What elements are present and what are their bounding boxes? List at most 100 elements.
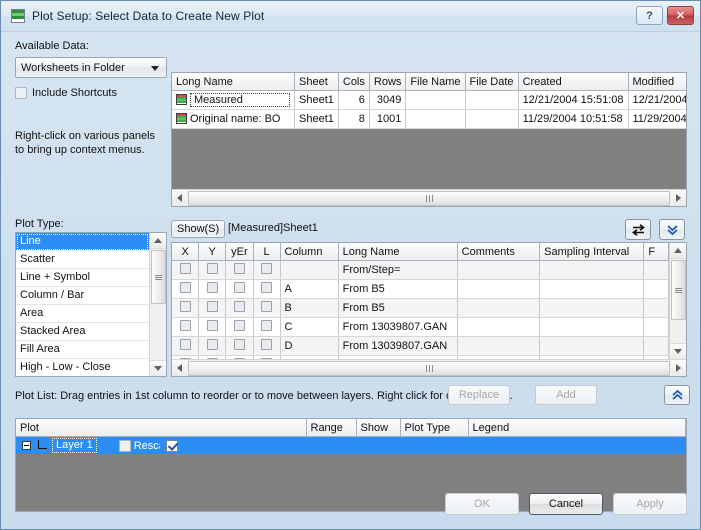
y-checkbox[interactable] xyxy=(207,339,218,350)
x-checkbox[interactable] xyxy=(180,301,191,312)
yer-checkbox[interactable] xyxy=(234,263,245,274)
cell-y-checkbox[interactable] xyxy=(199,299,226,318)
table-row[interactable]: From/Step= xyxy=(172,261,669,280)
plot-type-item[interactable]: Line + Symbol xyxy=(16,269,149,287)
yer-checkbox[interactable] xyxy=(234,282,245,293)
cell-y-checkbox[interactable] xyxy=(199,280,226,299)
collapse-minus-icon[interactable] xyxy=(22,441,31,450)
plot-type-list[interactable]: LineScatterLine + SymbolColumn / BarArea… xyxy=(15,232,167,377)
scroll-down-arrow-icon[interactable] xyxy=(670,343,686,359)
column-header[interactable]: Created xyxy=(518,73,628,91)
column-header[interactable]: File Name xyxy=(406,73,465,91)
cell-y-checkbox[interactable] xyxy=(199,318,226,337)
data-source-combo[interactable]: Worksheets in Folder xyxy=(15,57,167,78)
y-checkbox[interactable] xyxy=(207,282,218,293)
cell-x-checkbox[interactable] xyxy=(172,337,199,356)
y-checkbox[interactable] xyxy=(207,320,218,331)
scroll-thumb[interactable] xyxy=(671,260,686,320)
column-header[interactable]: Show xyxy=(356,419,400,437)
column-header[interactable]: Column xyxy=(280,243,338,261)
scroll-thumb[interactable] xyxy=(151,250,166,304)
hscroll-thumb[interactable] xyxy=(188,361,670,376)
y-checkbox[interactable] xyxy=(207,301,218,312)
cancel-button[interactable]: Cancel xyxy=(529,493,603,515)
yer-checkbox[interactable] xyxy=(234,339,245,350)
l-checkbox[interactable] xyxy=(261,301,272,312)
l-checkbox[interactable] xyxy=(261,282,272,293)
available-data-hscrollbar[interactable] xyxy=(172,189,686,206)
close-button[interactable]: ✕ xyxy=(667,6,694,25)
column-header[interactable]: Rows xyxy=(369,73,406,91)
plot-type-item[interactable]: Fill Area xyxy=(16,341,149,359)
x-checkbox[interactable] xyxy=(180,282,191,293)
ok-button[interactable]: OK xyxy=(445,493,519,515)
cell-yer-checkbox[interactable] xyxy=(226,318,254,337)
table-row[interactable]: AFrom B5 xyxy=(172,280,669,299)
table-row[interactable]: CFrom 13039807.GAN xyxy=(172,318,669,337)
plot-list-row[interactable]: Layer 1 Resca xyxy=(16,437,686,454)
cell-yer-checkbox[interactable] xyxy=(226,261,254,280)
cell-y-checkbox[interactable] xyxy=(199,337,226,356)
cell-l-checkbox[interactable] xyxy=(253,280,280,299)
y-checkbox[interactable] xyxy=(207,263,218,274)
table-row[interactable]: Original name: BOSheet18100111/29/2004 1… xyxy=(172,110,686,129)
scroll-right-arrow-icon[interactable] xyxy=(671,190,686,206)
column-header[interactable]: Sampling Interval xyxy=(540,243,644,261)
cell-l-checkbox[interactable] xyxy=(253,318,280,337)
table-row[interactable]: DFrom 13039807.GAN xyxy=(172,337,669,356)
scroll-down-arrow-icon[interactable] xyxy=(150,360,166,376)
table-row[interactable]: MeasuredSheet16304912/21/2004 15:51:0812… xyxy=(172,91,686,110)
column-header[interactable]: Cols xyxy=(338,73,369,91)
column-table[interactable]: XYyErLColumnLong NameCommentsSampling In… xyxy=(172,243,669,359)
row-name-edit[interactable]: Measured xyxy=(190,93,290,107)
cell-long-name[interactable]: Original name: BO xyxy=(172,110,295,129)
help-button[interactable]: ? xyxy=(636,6,663,25)
l-checkbox[interactable] xyxy=(261,339,272,350)
rescale-checkbox[interactable] xyxy=(119,440,131,452)
column-header[interactable]: F xyxy=(644,243,669,261)
column-header[interactable]: Y xyxy=(199,243,226,261)
column-header[interactable]: L xyxy=(253,243,280,261)
column-header[interactable]: Long Name xyxy=(338,243,457,261)
cell-x-checkbox[interactable] xyxy=(172,318,199,337)
column-header[interactable]: Modified xyxy=(628,73,686,91)
yer-checkbox[interactable] xyxy=(234,301,245,312)
scroll-up-arrow-icon[interactable] xyxy=(670,243,686,259)
column-header[interactable]: Plot Type xyxy=(400,419,468,437)
plot-type-item[interactable]: Stacked Area xyxy=(16,323,149,341)
expand-panel-button[interactable] xyxy=(664,385,690,405)
yer-checkbox[interactable] xyxy=(234,320,245,331)
apply-button[interactable]: Apply xyxy=(613,493,687,515)
cell-y-checkbox[interactable] xyxy=(199,261,226,280)
swap-arrows-button[interactable] xyxy=(625,219,651,240)
scroll-left-arrow-icon[interactable] xyxy=(172,360,187,376)
cell-yer-checkbox[interactable] xyxy=(226,299,254,318)
column-header[interactable]: yEr xyxy=(226,243,254,261)
column-header[interactable]: Sheet xyxy=(295,73,339,91)
scroll-up-arrow-icon[interactable] xyxy=(150,233,166,249)
plot-type-item[interactable]: High - Low - Close xyxy=(16,359,149,377)
scroll-left-arrow-icon[interactable] xyxy=(172,190,187,206)
available-data-table[interactable]: Long NameSheetColsRowsFile NameFile Date… xyxy=(172,73,686,129)
plot-type-scrollbar[interactable] xyxy=(149,233,166,376)
l-checkbox[interactable] xyxy=(261,320,272,331)
cell-long-name[interactable]: Measured xyxy=(172,91,295,110)
x-checkbox[interactable] xyxy=(180,320,191,331)
column-header[interactable]: Long Name xyxy=(172,73,295,91)
column-table-scrollbar[interactable] xyxy=(669,243,686,359)
x-checkbox[interactable] xyxy=(180,263,191,274)
column-header[interactable]: Comments xyxy=(457,243,540,261)
cell-yer-checkbox[interactable] xyxy=(226,337,254,356)
plot-type-item[interactable]: Area xyxy=(16,305,149,323)
column-header[interactable]: X xyxy=(172,243,199,261)
add-button[interactable]: Add xyxy=(535,385,597,405)
show-checkbox[interactable] xyxy=(166,440,178,452)
plot-type-item[interactable]: Scatter xyxy=(16,251,149,269)
cell-x-checkbox[interactable] xyxy=(172,261,199,280)
cell-l-checkbox[interactable] xyxy=(253,337,280,356)
l-checkbox[interactable] xyxy=(261,263,272,274)
cell-x-checkbox[interactable] xyxy=(172,280,199,299)
hscroll-thumb[interactable] xyxy=(188,191,670,206)
cell-l-checkbox[interactable] xyxy=(253,299,280,318)
cell-yer-checkbox[interactable] xyxy=(226,280,254,299)
